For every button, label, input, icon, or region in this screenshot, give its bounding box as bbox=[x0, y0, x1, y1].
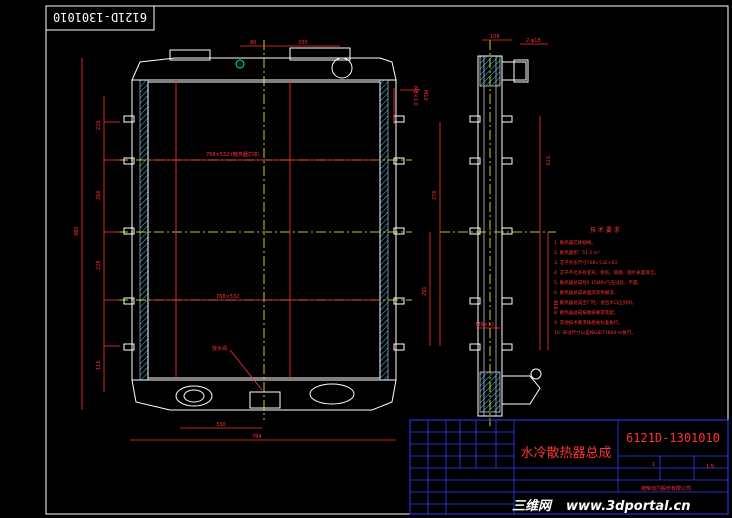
title-scale: 1:5 bbox=[706, 464, 714, 470]
tech-requirements: 技 术 要 求 1. 散热器芯体规格。 2. 散热面积：51.2 m² 3. 芯… bbox=[554, 226, 659, 336]
title-sheet: 1 bbox=[652, 462, 655, 468]
tech-item: 7. 散热器总成出厂时，进出水口应封闭。 bbox=[554, 299, 636, 306]
drawing-number-box: 6121D-1301010 bbox=[45, 5, 155, 31]
tech-item: 4. 芯子不允许有变形、损伤，管路、翅片表面清洁。 bbox=[554, 269, 659, 276]
front-view: 980 226 266 226 116 784 330 80 330 768×5… bbox=[74, 40, 428, 441]
core-label-2: 768×532 bbox=[216, 294, 239, 300]
side-note-2: M10 bbox=[422, 90, 428, 101]
tech-item: 6. 散热器总成表面涂黑色磁漆。 bbox=[554, 289, 618, 296]
dim-side-mid2: 291 bbox=[422, 286, 428, 296]
dim-side-right: 570 bbox=[544, 156, 550, 166]
outlet-pipe bbox=[175, 385, 213, 407]
dim-side-top: 108 bbox=[490, 34, 500, 40]
dim-left-3: 226 bbox=[96, 260, 102, 270]
tech-item: 8. 散热器总成按图纸要求装配。 bbox=[554, 309, 618, 316]
cad-drawing: 6121D-1301010 980 226 266 226 116 784 33… bbox=[0, 0, 732, 518]
dim-left-2: 266 bbox=[96, 190, 102, 200]
watermark-brand: 三维网 bbox=[512, 498, 553, 514]
tech-item: 5. 散热器总成经0.15MPa气压试验，不漏。 bbox=[554, 279, 642, 286]
dim-bottom-a: 330 bbox=[216, 422, 226, 428]
dim-side-top2: 2-φ18 bbox=[526, 38, 541, 44]
tech-item: 3. 芯子外形尺寸768×532×63 bbox=[554, 259, 617, 266]
bottom-label: 放水阀 bbox=[212, 345, 227, 352]
dim-left-1: 226 bbox=[96, 120, 102, 130]
dim-top-a: 80 bbox=[250, 40, 256, 46]
core-label: 768×532 (散热器芯体) bbox=[206, 151, 260, 158]
dim-overall-width: 784 bbox=[252, 434, 262, 440]
tech-item: 1. 散热器芯体规格。 bbox=[554, 239, 596, 246]
dim-side-mid: 276 bbox=[432, 190, 438, 200]
watermark-url: www.3dportal.cn bbox=[566, 499, 690, 514]
filler-cap bbox=[331, 57, 353, 79]
watermark: 三维网 www.3dportal.cn bbox=[512, 498, 690, 514]
tech-item: 10. 未注尺寸公差按GB/T1804-m执行。 bbox=[554, 329, 636, 336]
title-company: 潍柴动力股份有限公司 bbox=[641, 485, 691, 492]
title-code: 6121D-1301010 bbox=[626, 431, 720, 445]
tech-item: 2. 散热面积：51.2 m² bbox=[554, 249, 600, 256]
tech-heading: 技 术 要 求 bbox=[590, 226, 620, 234]
dim-left-4: 116 bbox=[96, 360, 102, 370]
side-note-1: M8×1.0 bbox=[412, 86, 418, 106]
dim-top-b: 330 bbox=[298, 40, 308, 46]
side-view: 108 2-φ18 276 291 570 316 M6×12 bbox=[422, 34, 558, 426]
drawing-number-label: 6121D-1301010 bbox=[53, 10, 147, 24]
side-frame bbox=[477, 55, 503, 417]
title-text: 水冷散热器总成 bbox=[520, 446, 611, 461]
mid-label: M6×12 bbox=[476, 322, 494, 328]
tech-item: 9. 其他技术要求按相关标准执行。 bbox=[554, 319, 623, 326]
drawing-sheet: 6121D-1301010 980 226 266 226 116 784 33… bbox=[45, 5, 729, 515]
dim-left-total: 980 bbox=[74, 226, 80, 236]
